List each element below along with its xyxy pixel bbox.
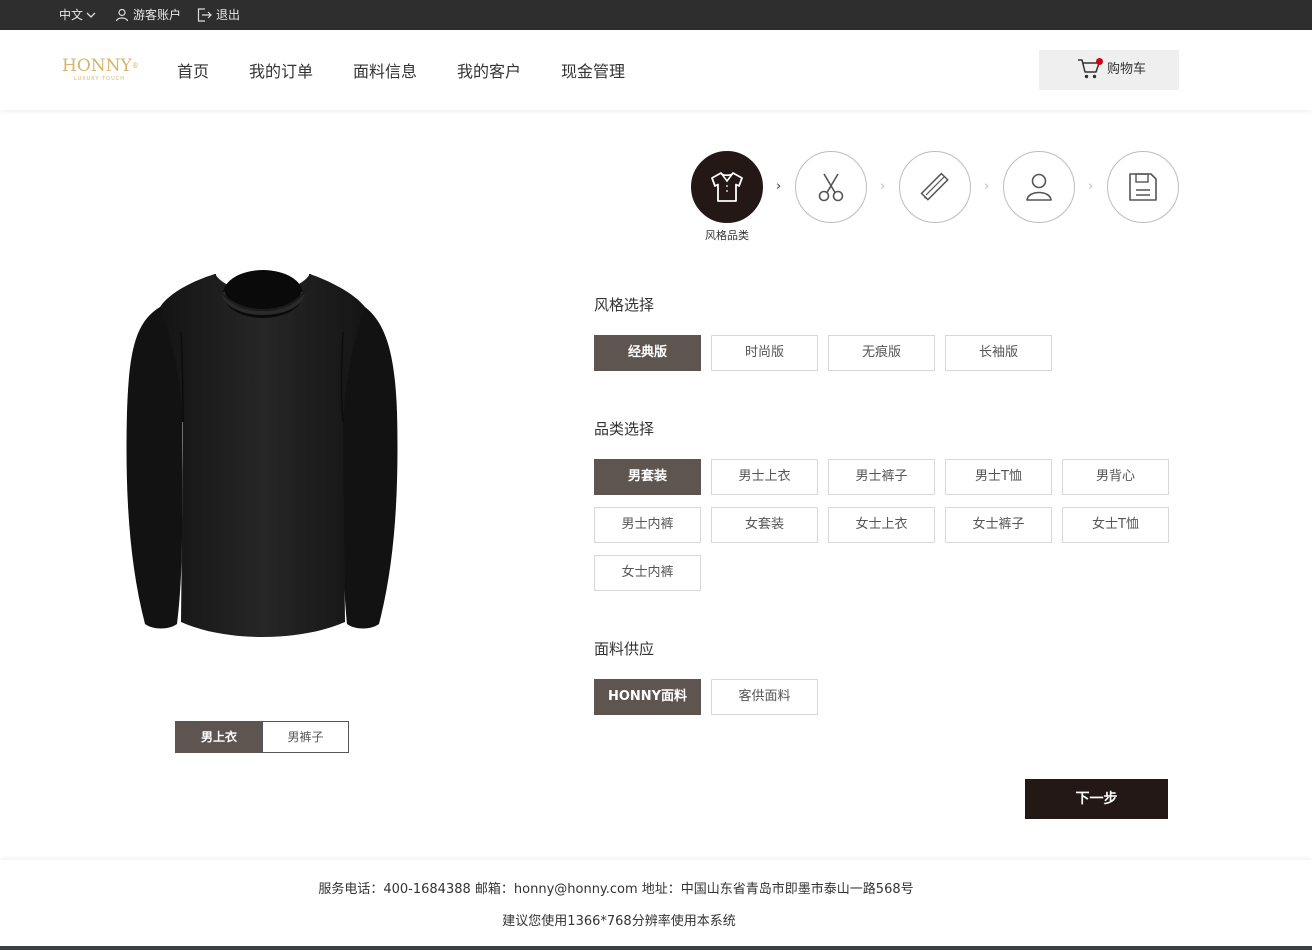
logo-reg: ® [131, 62, 139, 70]
category-option[interactable]: 男士内裤 [594, 507, 701, 543]
user-icon [115, 8, 129, 22]
nav-my-customers[interactable]: 我的客户 [457, 30, 521, 110]
logo-sub: LUXURY TOUCH [74, 76, 125, 82]
footer-resolution-tip: 建议您使用1366*768分辨率使用本系统 [502, 914, 736, 929]
nav-home[interactable]: 首页 [177, 30, 209, 110]
style-option[interactable]: 经典版 [594, 335, 701, 371]
style-option[interactable]: 长袖版 [945, 335, 1052, 371]
step-arrow-1: › [776, 179, 782, 194]
category-option[interactable]: 女士内裤 [594, 555, 701, 591]
style-option[interactable]: 无痕版 [828, 335, 935, 371]
logout-icon [197, 8, 212, 22]
footer-contact: 服务电话：400-1684388 邮箱：honny@honny.com 地址：中… [318, 882, 914, 897]
fabric-option[interactable]: HONNY面料 [594, 679, 701, 715]
style-option[interactable]: 时尚版 [711, 335, 818, 371]
category-option[interactable]: 女士裤子 [945, 507, 1052, 543]
category-section-title: 品类选择 [594, 420, 655, 438]
cart-badge-dot [1096, 58, 1103, 65]
step-arrow-3: › [984, 179, 990, 194]
step-arrow-4: › [1088, 179, 1094, 194]
step-design[interactable] [899, 151, 971, 223]
fabric-section-title: 面料供应 [594, 640, 655, 658]
category-option[interactable]: 女士T恤 [1062, 507, 1169, 543]
user-icon [1026, 173, 1052, 201]
chevron-down-icon [86, 12, 96, 18]
nav-my-orders[interactable]: 我的订单 [249, 30, 313, 110]
category-option[interactable]: 女套装 [711, 507, 818, 543]
step-active-label: 风格品类 [705, 229, 749, 242]
logout-link[interactable]: 退出 [197, 0, 240, 30]
category-option[interactable]: 男士T恤 [945, 459, 1052, 495]
step-arrow-2: › [880, 179, 886, 194]
header: HONNY® LUXURY TOUCH 首页 我的订单 面料信息 我的客户 现金… [0, 30, 1312, 110]
shirt-icon [711, 172, 743, 202]
category-option[interactable]: 男套装 [594, 459, 701, 495]
nav-fabric-info[interactable]: 面料信息 [353, 30, 417, 110]
cart-label: 购物车 [1107, 62, 1147, 77]
style-section-title: 风格选择 [594, 296, 655, 314]
category-option[interactable]: 男士上衣 [711, 459, 818, 495]
step-save[interactable] [1107, 151, 1179, 223]
category-option[interactable]: 女士上衣 [828, 507, 935, 543]
garment-preview-image [126, 270, 398, 637]
fabric-option[interactable]: 客供面料 [711, 679, 818, 715]
category-option[interactable]: 男背心 [1062, 459, 1169, 495]
logout-label: 退出 [216, 8, 241, 22]
top-bar: 中文 游客账户 退出 [0, 0, 1312, 30]
cart-button[interactable]: 购物车 [1039, 50, 1179, 90]
step-customer[interactable] [1003, 151, 1075, 223]
scissors-icon [818, 173, 844, 202]
preview-toggle-pants[interactable]: 男裤子 [262, 721, 349, 753]
guest-account-label: 游客账户 [133, 8, 182, 22]
nav-cash-management[interactable]: 现金管理 [561, 30, 625, 110]
language-label: 中文 [59, 8, 84, 22]
preview-toggle-top[interactable]: 男上衣 [175, 721, 263, 753]
category-option[interactable]: 男士裤子 [828, 459, 935, 495]
footer: 服务电话：400-1684388 邮箱：honny@honny.com 地址：中… [0, 860, 1312, 946]
bottom-strip [0, 946, 1312, 950]
language-selector[interactable]: 中文 [59, 0, 96, 30]
next-step-button[interactable]: 下一步 [1025, 779, 1168, 819]
guest-account-link[interactable]: 游客账户 [115, 0, 181, 30]
logo[interactable]: HONNY® LUXURY TOUCH [62, 57, 142, 87]
ruler-pencil-icon [920, 172, 949, 201]
logo-text: HONNY [62, 56, 132, 76]
step-measure[interactable] [795, 151, 867, 223]
save-icon [1129, 173, 1157, 201]
step-style-category[interactable] [691, 151, 763, 223]
